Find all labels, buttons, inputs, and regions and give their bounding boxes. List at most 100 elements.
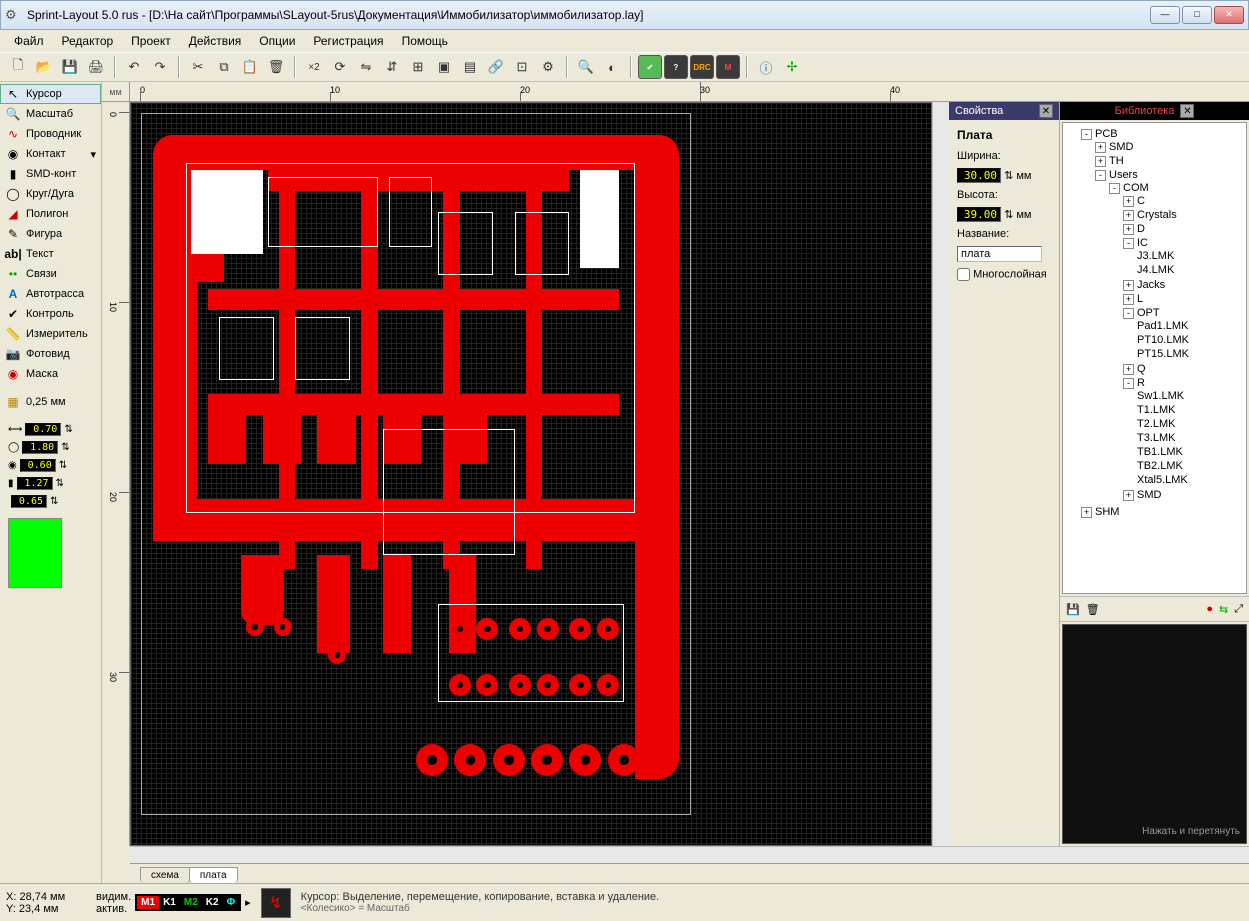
delete-icon[interactable]: 🗑 xyxy=(264,55,288,79)
menu-options[interactable]: Опции xyxy=(251,32,303,50)
title-bar: ⚙ Sprint-Layout 5.0 rus - [D:\На сайт\Пр… xyxy=(0,0,1249,30)
library-tree[interactable]: -PCB +SMD +TH -Users -COM xyxy=(1062,122,1247,594)
library-preview[interactable]: Нажать и перетянуть xyxy=(1062,624,1247,844)
status-hint-2: <Колесико> = Масштаб xyxy=(301,903,1243,914)
layer-m1[interactable]: M1 xyxy=(137,896,159,909)
tool-autoroute[interactable]: AАвтотрасса xyxy=(0,284,101,304)
drc-icon[interactable]: DRC xyxy=(690,55,714,79)
zoom-icon[interactable]: 🔍 xyxy=(574,55,598,79)
board-tabs: схема плата xyxy=(130,863,1249,883)
tool-measure[interactable]: 📏Измеритель xyxy=(0,324,101,344)
status-mode-icon: ↯ xyxy=(261,888,291,918)
tool-wire[interactable]: ∿Проводник xyxy=(0,124,101,144)
menu-help[interactable]: Помощь xyxy=(394,32,456,50)
lib-expand-icon[interactable]: ⤢ xyxy=(1234,603,1243,616)
num-smd-h[interactable]: 0.65⇅ xyxy=(0,492,101,510)
tool-links[interactable]: ••Связи xyxy=(0,264,101,284)
multilayer-checkbox[interactable] xyxy=(957,268,970,281)
tool-photo[interactable]: 📷Фотовид xyxy=(0,344,101,364)
num-pad-outer[interactable]: ◯1.80⇅ xyxy=(0,438,101,456)
check-icon[interactable]: ✔ xyxy=(638,55,662,79)
contrast-icon[interactable]: ◐ xyxy=(600,55,624,79)
num-smd-w[interactable]: ▮1.27⇅ xyxy=(0,474,101,492)
snap-icon[interactable]: ⊡ xyxy=(510,55,534,79)
rotate-icon[interactable]: ⟳ xyxy=(328,55,352,79)
layer-k1[interactable]: K1 xyxy=(159,896,180,909)
board-name-input[interactable] xyxy=(957,246,1042,262)
horizontal-scrollbar[interactable] xyxy=(130,846,1249,863)
new-icon[interactable]: 🗋 xyxy=(6,55,30,79)
coord-x: 28,74 мм xyxy=(19,891,65,903)
layer-f[interactable]: Ф xyxy=(223,896,240,909)
mirror-h-icon[interactable]: ⇋ xyxy=(354,55,378,79)
window-title: Sprint-Layout 5.0 rus - [D:\На сайт\Прог… xyxy=(27,8,1150,22)
copy-icon[interactable]: ⧉ xyxy=(212,55,236,79)
tool-smd[interactable]: ▮SMD-конт xyxy=(0,164,101,184)
dark1-icon[interactable]: ? xyxy=(664,55,688,79)
menu-file[interactable]: Файл xyxy=(6,32,52,50)
properties-panel-header: Свойства ✕ xyxy=(949,102,1059,120)
mirror-v-icon[interactable]: ⇵ xyxy=(380,55,404,79)
menu-bar: Файл Редактор Проект Действия Опции Реги… xyxy=(0,30,1249,52)
library-toolbar: 💾 🗑 ● ⇆ ⤢ xyxy=(1060,596,1249,622)
properties-close-icon[interactable]: ✕ xyxy=(1039,104,1053,118)
cut-icon[interactable]: ✂ xyxy=(186,55,210,79)
tool-polygon[interactable]: ◢Полигон xyxy=(0,204,101,224)
lib-delete-icon[interactable]: 🗑 xyxy=(1086,603,1100,616)
layer-m2[interactable]: M2 xyxy=(180,896,202,909)
close-button[interactable]: ✕ xyxy=(1214,6,1244,24)
menu-editor[interactable]: Редактор xyxy=(54,32,122,50)
tool-text[interactable]: ab|Текст xyxy=(0,244,101,264)
redo-icon[interactable]: ↷ xyxy=(148,55,172,79)
x2-icon[interactable]: ×2 xyxy=(302,55,326,79)
gear-icon[interactable]: ⚙ xyxy=(536,55,560,79)
layer-k2[interactable]: K2 xyxy=(202,896,223,909)
tool-cursor[interactable]: ↖Курсор xyxy=(0,84,101,104)
tool-mask[interactable]: ◉Маска xyxy=(0,364,101,384)
vertical-scrollbar[interactable] xyxy=(932,102,949,846)
align-icon[interactable]: ⊞ xyxy=(406,55,430,79)
right-panels: Свойства ✕ Плата Ширина: 30.00 ⇅ мм Высо… xyxy=(949,102,1249,846)
lib-record-icon[interactable]: ● xyxy=(1206,603,1213,615)
paste-icon[interactable]: 📋 xyxy=(238,55,262,79)
width-value[interactable]: 30.00 xyxy=(957,168,1001,183)
tab-schema[interactable]: схема xyxy=(140,867,190,883)
height-label: Высота: xyxy=(957,189,998,201)
tool-shape[interactable]: ✎Фигура xyxy=(0,224,101,244)
grid-setting[interactable]: ▦0,25 мм xyxy=(0,392,101,412)
lib-save-icon[interactable]: 💾 xyxy=(1066,603,1080,616)
print-icon[interactable]: 🖨 xyxy=(84,55,108,79)
dark3-icon[interactable]: M xyxy=(716,55,740,79)
coord-y: 23,4 мм xyxy=(19,903,59,915)
group-icon[interactable]: ▣ xyxy=(432,55,456,79)
tool-circle[interactable]: ◯Круг/Дуга xyxy=(0,184,101,204)
library-close-icon[interactable]: ✕ xyxy=(1180,104,1194,118)
layer-toggle-icon[interactable]: ▸ xyxy=(245,896,251,909)
tool-check[interactable]: ✔Контроль xyxy=(0,304,101,324)
tool-pad[interactable]: ◉Контакт▾ xyxy=(0,144,101,164)
minimize-button[interactable]: — xyxy=(1150,6,1180,24)
status-hint-1: Курсор: Выделение, перемещение, копирова… xyxy=(301,891,1243,903)
menu-actions[interactable]: Действия xyxy=(181,32,250,50)
color-swatch[interactable] xyxy=(8,518,62,588)
open-icon[interactable]: 📂 xyxy=(32,55,56,79)
tool-panel: ↖Курсор 🔍Масштаб ∿Проводник ◉Контакт▾ ▮S… xyxy=(0,82,102,883)
menu-project[interactable]: Проект xyxy=(123,32,179,50)
menu-registration[interactable]: Регистрация xyxy=(305,32,391,50)
height-value[interactable]: 39.00 xyxy=(957,207,1001,222)
ungroup-icon[interactable]: ▤ xyxy=(458,55,482,79)
vertical-ruler: 0 10 20 30 xyxy=(102,102,130,846)
tab-board[interactable]: плата xyxy=(189,867,238,883)
num-track-width[interactable]: ⟷0.70⇅ xyxy=(0,420,101,438)
undo-icon[interactable]: ↶ xyxy=(122,55,146,79)
lib-swap-icon[interactable]: ⇆ xyxy=(1219,603,1228,616)
pcb-canvas[interactable] xyxy=(130,102,932,846)
properties-title: Плата xyxy=(957,128,1051,142)
tool-zoom[interactable]: 🔍Масштаб xyxy=(0,104,101,124)
save-icon[interactable]: 💾 xyxy=(58,55,82,79)
info-icon[interactable]: ⓘ xyxy=(754,55,778,79)
link-icon[interactable]: 🔗 xyxy=(484,55,508,79)
maximize-button[interactable]: □ xyxy=(1182,6,1212,24)
target-icon[interactable]: ✢ xyxy=(780,55,804,79)
num-pad-inner[interactable]: ◉0.60⇅ xyxy=(0,456,101,474)
